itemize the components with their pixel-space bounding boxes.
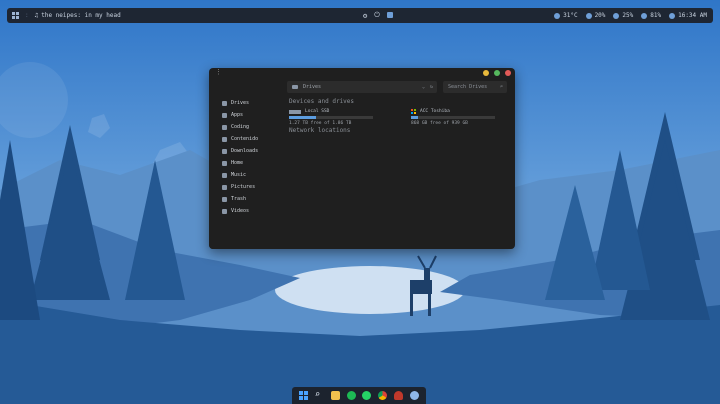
sidebar-item-label: Contenido — [231, 136, 259, 142]
apps-icon — [222, 112, 227, 118]
toolbar: Drives ⌄ ↻ Search Drives ⌕ — [287, 81, 507, 93]
path-text: Drives — [303, 84, 322, 90]
drive-icon — [292, 85, 298, 89]
drive-name: Local SSD — [305, 109, 330, 114]
drive-usage-bar — [289, 116, 373, 119]
search-input[interactable]: Search Drives ⌕ — [443, 81, 507, 93]
sidebar-item-trash[interactable]: Trash — [209, 193, 279, 205]
maximize-button[interactable] — [494, 70, 500, 76]
video-icon — [222, 208, 227, 214]
drive-usage-bar — [411, 116, 495, 119]
temperature-value: 31°C — [563, 12, 578, 19]
home-icon — [222, 160, 227, 166]
cpu-indicator[interactable]: 20% — [585, 12, 606, 19]
search-icon[interactable]: ⌕ — [315, 391, 324, 400]
spotify-icon[interactable] — [346, 391, 356, 400]
brightness-indicator[interactable]: 81% — [641, 12, 661, 19]
sidebar-item-label: Videos — [231, 208, 250, 214]
chevron-down-icon[interactable]: ⌄ — [422, 84, 425, 90]
search-placeholder: Search Drives — [448, 84, 488, 90]
drive-usage-fill — [411, 116, 418, 119]
now-playing[interactable]: ♫ the neipes: in my head — [35, 12, 121, 19]
memory-indicator[interactable]: 25% — [613, 12, 633, 19]
memory-value: 25% — [622, 12, 634, 19]
now-playing-text: the neipes: in my head — [41, 12, 121, 19]
drive-local-ssd[interactable]: Local SSD 1.27 TB free of 1.86 TB — [289, 109, 379, 126]
chrome-icon[interactable] — [378, 391, 388, 400]
clock-value: 16:34 AM — [678, 12, 707, 19]
code-icon — [222, 124, 227, 130]
sidebar-item-label: Apps — [231, 112, 244, 118]
sidebar-item-downloads[interactable]: Downloads — [209, 145, 279, 157]
sidebar-item-label: Drives — [231, 100, 250, 106]
whatsapp-icon[interactable] — [362, 391, 372, 400]
sidebar-item-label: Pictures — [231, 184, 256, 190]
hamburger-icon[interactable]: ⋮ — [215, 68, 222, 76]
sidebar-item-drives[interactable]: Drives — [209, 97, 279, 109]
temperature-indicator[interactable]: 31°C — [554, 12, 578, 19]
windows-start-icon[interactable] — [298, 391, 308, 400]
file-explorer-window: ⋮ Drives Apps Coding Contenido Downloads… — [209, 68, 515, 249]
download-icon — [222, 148, 227, 154]
close-button[interactable] — [505, 70, 511, 76]
sidebar-item-coding[interactable]: Coding — [209, 121, 279, 133]
clock-icon — [669, 12, 676, 19]
windows-drive-icon — [411, 109, 416, 114]
sidebar-item-videos[interactable]: Videos — [209, 205, 279, 217]
search-icon: ⌕ — [499, 84, 503, 90]
sidebar-item-label: Downloads — [231, 148, 259, 154]
sidebar-item-label: Trash — [231, 196, 247, 202]
brightness-value: 81% — [650, 12, 662, 19]
cpu-value: 20% — [594, 12, 606, 19]
window-titlebar[interactable]: ⋮ — [209, 68, 515, 78]
separator: : — [25, 12, 29, 19]
thermometer-icon — [554, 12, 561, 19]
drive-name: ACC Toshiba — [420, 109, 450, 114]
refresh-icon[interactable]: ↻ — [430, 84, 433, 90]
minimize-button[interactable] — [483, 70, 489, 76]
devices-section-title: Devices and drives — [289, 98, 355, 105]
power-icon[interactable]: ⏻ — [374, 11, 380, 20]
network-icon[interactable] — [410, 391, 419, 400]
picture-icon — [222, 184, 227, 190]
sidebar-item-label: Home — [231, 160, 244, 166]
clock[interactable]: 16:34 AM — [669, 12, 707, 19]
drive-icon — [289, 109, 301, 114]
sidebar-item-music[interactable]: Music — [209, 169, 279, 181]
drive-free-space: 1.27 TB free of 1.86 TB — [289, 121, 352, 126]
sidebar-item-home[interactable]: Home — [209, 157, 279, 169]
display-icon[interactable] — [386, 11, 393, 20]
trash-icon — [222, 196, 227, 202]
top-panel: : ♫ the neipes: in my head ⚙ ⏻ 31°C 20% … — [7, 8, 713, 23]
grid-icon[interactable] — [12, 12, 19, 19]
sidebar-item-label: Music — [231, 172, 247, 178]
sidebar-item-apps[interactable]: Apps — [209, 109, 279, 121]
sidebar-item-label: Coding — [231, 124, 250, 130]
settings-icon[interactable]: ⚙ — [363, 12, 367, 20]
file-explorer-icon[interactable] — [330, 391, 340, 400]
drive-icon — [222, 100, 227, 106]
cpu-icon — [585, 12, 592, 19]
drive-usage-fill — [289, 116, 316, 119]
drive-free-space: 868 GB free of 939 GB — [411, 121, 468, 126]
path-bar[interactable]: Drives ⌄ ↻ — [287, 81, 437, 93]
music-note-icon: ♫ — [34, 12, 39, 19]
sidebar: Drives Apps Coding Contenido Downloads H… — [209, 78, 279, 249]
content-area: Devices and drives Local SSD 1.27 TB fre… — [289, 98, 509, 138]
chess-icon[interactable] — [394, 391, 404, 400]
sidebar-item-contenido[interactable]: Contenido — [209, 133, 279, 145]
music-icon — [222, 172, 227, 178]
drive-acc-toshiba[interactable]: ACC Toshiba 868 GB free of 939 GB — [411, 109, 501, 126]
network-section-title: Network locations — [289, 127, 351, 134]
folder-icon — [222, 136, 227, 142]
sidebar-item-pictures[interactable]: Pictures — [209, 181, 279, 193]
memory-icon — [613, 12, 620, 19]
brightness-icon — [641, 12, 648, 19]
taskbar: ⌕ — [292, 387, 426, 404]
